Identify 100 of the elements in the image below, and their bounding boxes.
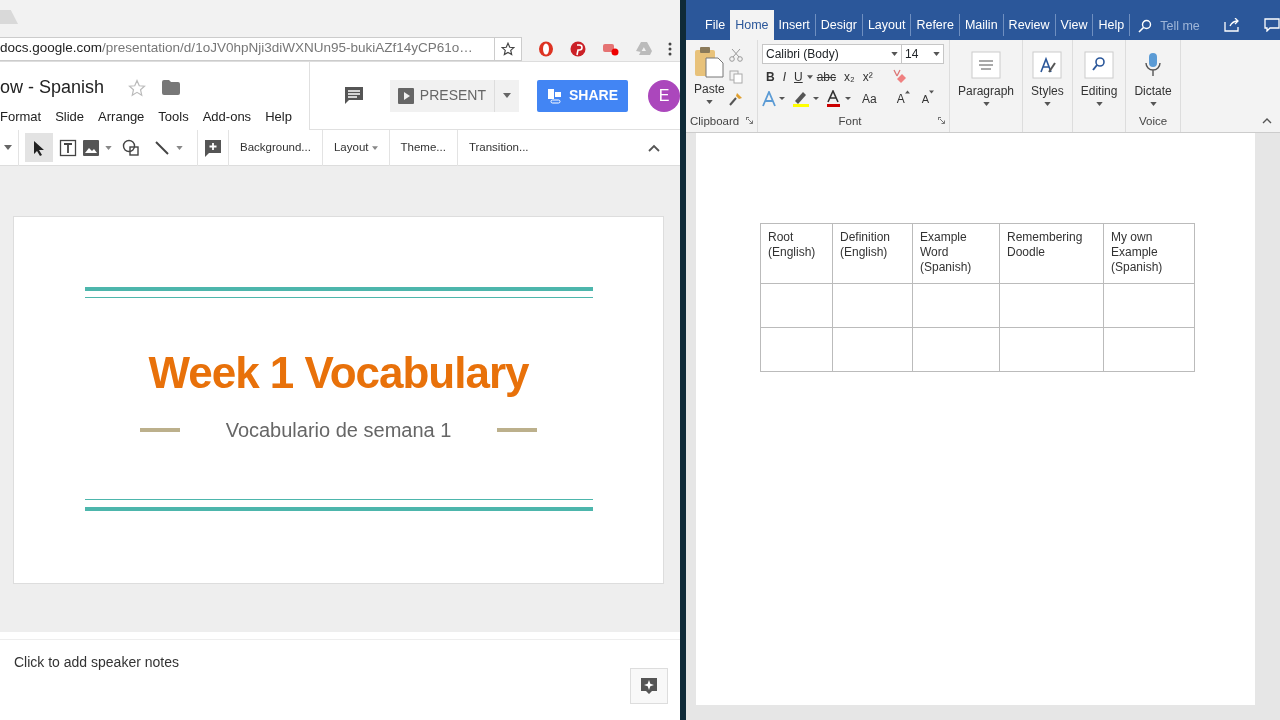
caret-icon[interactable] — [176, 145, 183, 150]
ribbon-tab[interactable]: Insert — [773, 11, 815, 39]
group-label: Clipboard — [690, 113, 740, 129]
shrink-font-button[interactable]: A — [917, 90, 939, 108]
star-icon[interactable] — [128, 78, 147, 97]
account-avatar[interactable]: E — [648, 79, 680, 112]
change-case-button[interactable]: Aa — [858, 90, 881, 108]
format-button[interactable]: x² — [858, 68, 877, 86]
ribbon-button[interactable]: Paragraph — [954, 48, 1019, 108]
paste-button[interactable]: Paste — [690, 44, 729, 106]
toolbar-button[interactable]: Background... — [235, 134, 316, 161]
cursor-icon — [33, 139, 45, 156]
caret-icon — [982, 102, 990, 106]
table-cell: Root (English) — [760, 223, 833, 284]
slide[interactable]: Week 1 Vocabulary Vocabulario de semana 1 — [13, 216, 664, 584]
caret-icon — [503, 93, 511, 98]
toolbar-button[interactable]: Theme... — [395, 134, 451, 161]
format-button[interactable]: B — [762, 68, 779, 86]
styles-icon — [1031, 50, 1064, 80]
ribbon-button[interactable]: Styles — [1027, 48, 1068, 108]
caret-icon — [1149, 102, 1157, 106]
sparkle-icon — [640, 677, 658, 695]
ribbon-tab[interactable]: Review — [1003, 11, 1055, 39]
present-button[interactable]: PRESENT — [389, 79, 494, 112]
caret-icon[interactable] — [4, 145, 12, 150]
search-icon — [1138, 19, 1153, 33]
format-button[interactable]: x₂ — [840, 68, 859, 86]
caret-icon[interactable] — [105, 145, 112, 150]
ribbon-tab[interactable]: File — [700, 11, 731, 39]
menu-item[interactable]: Add-ons — [202, 107, 252, 127]
caret-icon — [1095, 102, 1103, 106]
menu-item[interactable]: Arrange — [98, 107, 145, 127]
ribbon-tab[interactable]: Layout — [862, 11, 911, 39]
menu-item[interactable]: Help — [265, 107, 292, 127]
document-title[interactable]: ow - Spanish — [0, 74, 105, 101]
up-arrow-icon — [904, 90, 910, 94]
menu-icon[interactable] — [668, 41, 672, 56]
launcher-icon[interactable] — [746, 116, 753, 124]
caret-icon — [1043, 102, 1051, 106]
format-button[interactable]: U — [790, 68, 807, 86]
font-name-field[interactable]: Calibri (Body) — [762, 44, 902, 64]
caret-icon — [705, 100, 713, 104]
launcher-icon[interactable] — [938, 116, 945, 124]
slide-title: Week 1 Vocabulary — [148, 351, 529, 395]
ribbon-tab[interactable]: Help — [1093, 11, 1130, 39]
ribbon-tab[interactable]: Refere — [911, 11, 959, 39]
shape-icon[interactable] — [122, 138, 140, 157]
format-button[interactable]: abc — [812, 68, 841, 86]
ribbon-tab[interactable]: Home — [730, 10, 774, 40]
folder-icon[interactable] — [162, 80, 181, 95]
ribbon-button[interactable]: Dictate — [1130, 48, 1176, 108]
comments-icon[interactable] — [343, 85, 364, 106]
star-icon[interactable] — [501, 41, 515, 56]
paragraph-icon — [970, 50, 1002, 80]
explore-button[interactable] — [630, 668, 668, 704]
comment-icon[interactable] — [1263, 18, 1280, 32]
add-comment-icon[interactable] — [204, 138, 222, 157]
tell-me-box[interactable]: Tell me — [1138, 12, 1200, 40]
ribbon-tab[interactable]: Mailin — [959, 11, 1003, 39]
menu-item[interactable]: Tools — [158, 107, 189, 127]
search-icon — [1083, 50, 1116, 80]
caret-icon — [891, 52, 898, 56]
menu-item[interactable]: Format — [0, 107, 42, 127]
text-box-icon[interactable] — [59, 138, 77, 157]
table-cell: Remembering Doodle — [999, 223, 1104, 284]
caret-icon — [371, 145, 378, 150]
collapse-icon[interactable] — [1262, 118, 1272, 124]
address-bar[interactable]: docs.google.com/presentation/d/1oJV0hpNji3diWXNUn95-bukiAZf14yCP61o… — [0, 36, 495, 61]
slide-subtitle: Vocabulario de semana 1 — [225, 418, 452, 443]
opera-icon[interactable] — [538, 40, 554, 57]
grow-font-button[interactable]: A — [892, 90, 914, 108]
present-dropdown[interactable] — [494, 79, 519, 112]
collapse-icon[interactable] — [648, 143, 660, 152]
caret-icon[interactable] — [806, 75, 813, 79]
image-icon[interactable] — [83, 139, 99, 156]
group-label: Font — [838, 113, 862, 129]
table-cell: Definition (English) — [832, 223, 913, 284]
format-painter-icon[interactable] — [728, 92, 743, 106]
line-icon[interactable] — [154, 139, 170, 156]
ribbon-button[interactable]: Editing — [1076, 48, 1122, 108]
ribbon-tab[interactable]: View — [1055, 11, 1093, 39]
font-size-field[interactable]: 14 — [902, 44, 944, 64]
highlighter-icon[interactable] — [792, 90, 822, 108]
pin-icon[interactable] — [570, 40, 586, 57]
group-label: Voice — [1138, 113, 1169, 129]
toolbar-button[interactable]: Transition... — [463, 134, 534, 161]
menu-item[interactable]: Slide — [55, 107, 85, 127]
select-tool[interactable] — [25, 132, 53, 163]
format-button[interactable]: I — [778, 68, 790, 86]
text-effects-icon[interactable] — [762, 91, 788, 107]
toolbar-button[interactable]: Layout — [328, 134, 383, 161]
share-icon[interactable] — [1223, 18, 1240, 32]
font-color-icon[interactable] — [826, 90, 854, 108]
clipboard-icon — [694, 46, 725, 78]
ribbon-tab[interactable]: Desigr — [815, 11, 862, 39]
table-cell: My own Example (Spanish) — [1103, 223, 1195, 284]
table-cell: Example Word (Spanish) — [912, 223, 1000, 284]
caret-icon — [933, 52, 940, 56]
share-button[interactable]: SHARE — [537, 79, 628, 112]
share-icon — [547, 87, 563, 104]
